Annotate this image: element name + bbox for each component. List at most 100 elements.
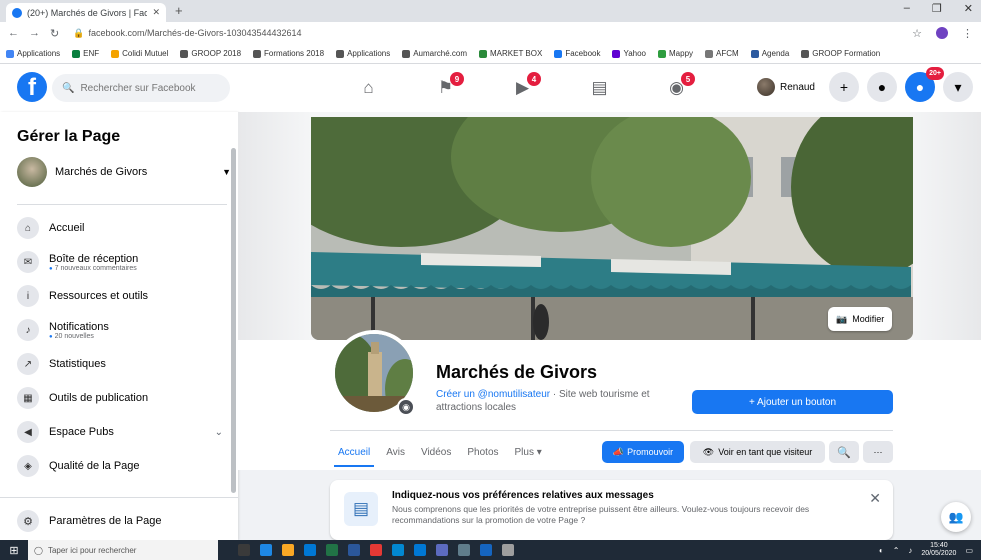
view-as-visitor-button[interactable]: 👁 Voir en tant que visiteur [690,441,825,463]
sidebar-item-notifications[interactable]: ♪ Notifications 20 nouvelles [17,313,231,347]
tab-more[interactable]: Plus ▾ [507,437,550,467]
back-icon[interactable]: ← [8,27,19,39]
task-view-icon[interactable] [238,544,250,556]
contacts-fab-button[interactable]: 👥 [941,502,971,532]
chevron-down-icon[interactable]: ⌄ [215,427,223,438]
account-menu-button[interactable]: ▾ [943,72,973,102]
bookmark-item[interactable]: GROOP 2018 [180,49,241,58]
bookmark-item[interactable]: ENF [72,49,99,58]
page-selector[interactable]: Marchés de Givors ▼ [17,155,231,189]
notifications-button[interactable]: ● 20+ [905,67,944,102]
sidebar-item-accueil[interactable]: ⌂ Accueil [17,211,231,245]
volume-icon[interactable]: ♪ [908,546,912,555]
create-button[interactable]: + [829,72,859,102]
sidebar-item-statistics[interactable]: ↗ Statistiques [17,347,231,381]
tab-photos[interactable]: Photos [459,437,506,467]
facebook-logo-icon[interactable]: f [17,72,47,102]
app-icon[interactable] [436,544,448,556]
bookmark-star-icon[interactable]: ☆ [912,27,922,40]
people-icon[interactable]: ◐ [879,546,884,555]
store-icon: ▤ [591,78,608,97]
sidebar-item-ad-center[interactable]: ◀ Espace Pubs ⌄ [17,415,231,449]
tab-close-icon[interactable]: ✕ [152,7,160,18]
sidebar-menu: ⌂ Accueil ✉ Boîte de réception 7 nouveau… [17,211,231,483]
pages-nav-button[interactable]: ⚑ 9 [407,64,484,112]
bookmarks-bar: Applications ENF Colidi Mutuel GROOP 201… [0,44,981,64]
page-search-button[interactable]: 🔍 [829,441,859,463]
bookmark-item[interactable]: Formations 2018 [253,49,324,58]
close-icon[interactable]: ✕ [869,490,881,507]
avatar [756,78,775,96]
promote-button[interactable]: 📣 Promouvoir [602,441,684,463]
tab-avis[interactable]: Avis [378,437,413,467]
close-window-button[interactable]: ✕ [964,2,973,15]
bookmark-item[interactable]: Aumarché.com [402,49,467,58]
bookmark-item[interactable]: Facebook [554,49,600,58]
browser-menu-icon[interactable]: ⋮ [962,27,973,40]
store-icon[interactable] [304,544,316,556]
reload-icon[interactable]: ↻ [50,27,59,40]
app-icon[interactable] [480,544,492,556]
messenger-icon: ● [877,79,887,95]
maximize-button[interactable]: ❐ [932,2,942,15]
sidebar-item-settings[interactable]: ⚙ Paramètres de la Page [17,510,162,532]
messenger-button[interactable]: ● [867,72,897,102]
bookmark-item[interactable]: Applications [6,49,60,58]
edge-icon[interactable] [260,544,272,556]
manage-page-sidebar: Gérer la Page Marchés de Givors ▼ ⌂ Accu… [0,112,238,540]
forward-icon[interactable]: → [29,27,40,39]
windows-start-icon[interactable]: ⊞ [0,540,28,560]
mail-icon[interactable] [414,544,426,556]
more-options-button[interactable]: ··· [863,441,893,463]
app-icon[interactable] [458,544,470,556]
file-explorer-icon[interactable] [282,544,294,556]
bookmark-item[interactable]: Applications [336,49,390,58]
search-input[interactable] [80,82,221,94]
watch-nav-button[interactable]: ▶ 4 [484,64,561,112]
marketplace-nav-button[interactable]: ▤ [561,64,638,112]
card-title: Indiquez-nous vos préférences relatives … [392,490,654,501]
tab-videos[interactable]: Vidéos [413,437,459,467]
app-icon[interactable] [392,544,404,556]
notification-badge: 20+ [926,67,944,80]
sidebar-item-page-quality[interactable]: ◈ Qualité de la Page [17,449,231,483]
facebook-search[interactable]: 🔍 [52,74,230,102]
main-nav-icons: ⌂ ⚑ 9 ▶ 4 ▤ ◉ 5 [330,64,715,112]
bookmark-item[interactable]: Colidi Mutuel [111,49,168,58]
sidebar-item-publishing-tools[interactable]: ▦ Outils de publication [17,381,231,415]
bookmark-item[interactable]: Yahoo [612,49,646,58]
sidebar-scrollbar[interactable] [231,148,236,493]
bookmark-item[interactable]: MARKET BOX [479,49,542,58]
bookmark-item[interactable]: AFCM [705,49,739,58]
network-icon[interactable]: ⌃ [893,546,900,555]
groups-nav-button[interactable]: ◉ 5 [638,64,715,112]
chrome-icon[interactable] [370,544,382,556]
bookmark-item[interactable]: GROOP Formation [801,49,880,58]
calculator-icon[interactable] [502,544,514,556]
tab-accueil[interactable]: Accueil [330,437,378,467]
sidebar-item-resources[interactable]: i Ressources et outils [17,279,231,313]
taskbar-search[interactable]: ◯ Taper ici pour rechercher [28,540,218,560]
lock-icon: 🔒 [73,27,85,38]
bookmark-item[interactable]: Agenda [750,49,789,58]
inbox-icon: ✉ [17,251,39,273]
camera-icon[interactable]: ◉ [397,398,415,416]
sidebar-item-inbox[interactable]: ✉ Boîte de réception 7 nouveaux commenta… [17,245,231,279]
word-icon[interactable] [348,544,360,556]
browser-tab[interactable]: (20+) Marchés de Givors | Facebook ✕ [6,3,166,22]
excel-icon[interactable] [326,544,338,556]
gear-icon: ⚙ [17,510,39,532]
minimize-button[interactable]: – [904,2,910,15]
action-center-icon[interactable]: ▭ [965,546,973,555]
browser-profile-icon[interactable] [936,27,948,39]
url-input[interactable]: 🔒 facebook.com/Marchés-de-Givors-1030435… [69,25,902,42]
home-nav-button[interactable]: ⌂ [330,64,407,112]
bookmark-icon [180,49,189,58]
bookmark-item[interactable]: Mappy [658,49,693,58]
create-username-link[interactable]: Créer un @nomutilisateur [436,389,550,400]
add-button-button[interactable]: + Ajouter un bouton [692,390,893,414]
edit-cover-button[interactable]: 📷 Modifier [828,307,893,331]
new-tab-button[interactable]: + [175,3,183,18]
clock[interactable]: 15:40 20/05/2020 [921,542,956,558]
profile-button[interactable]: Renaud [756,78,821,96]
